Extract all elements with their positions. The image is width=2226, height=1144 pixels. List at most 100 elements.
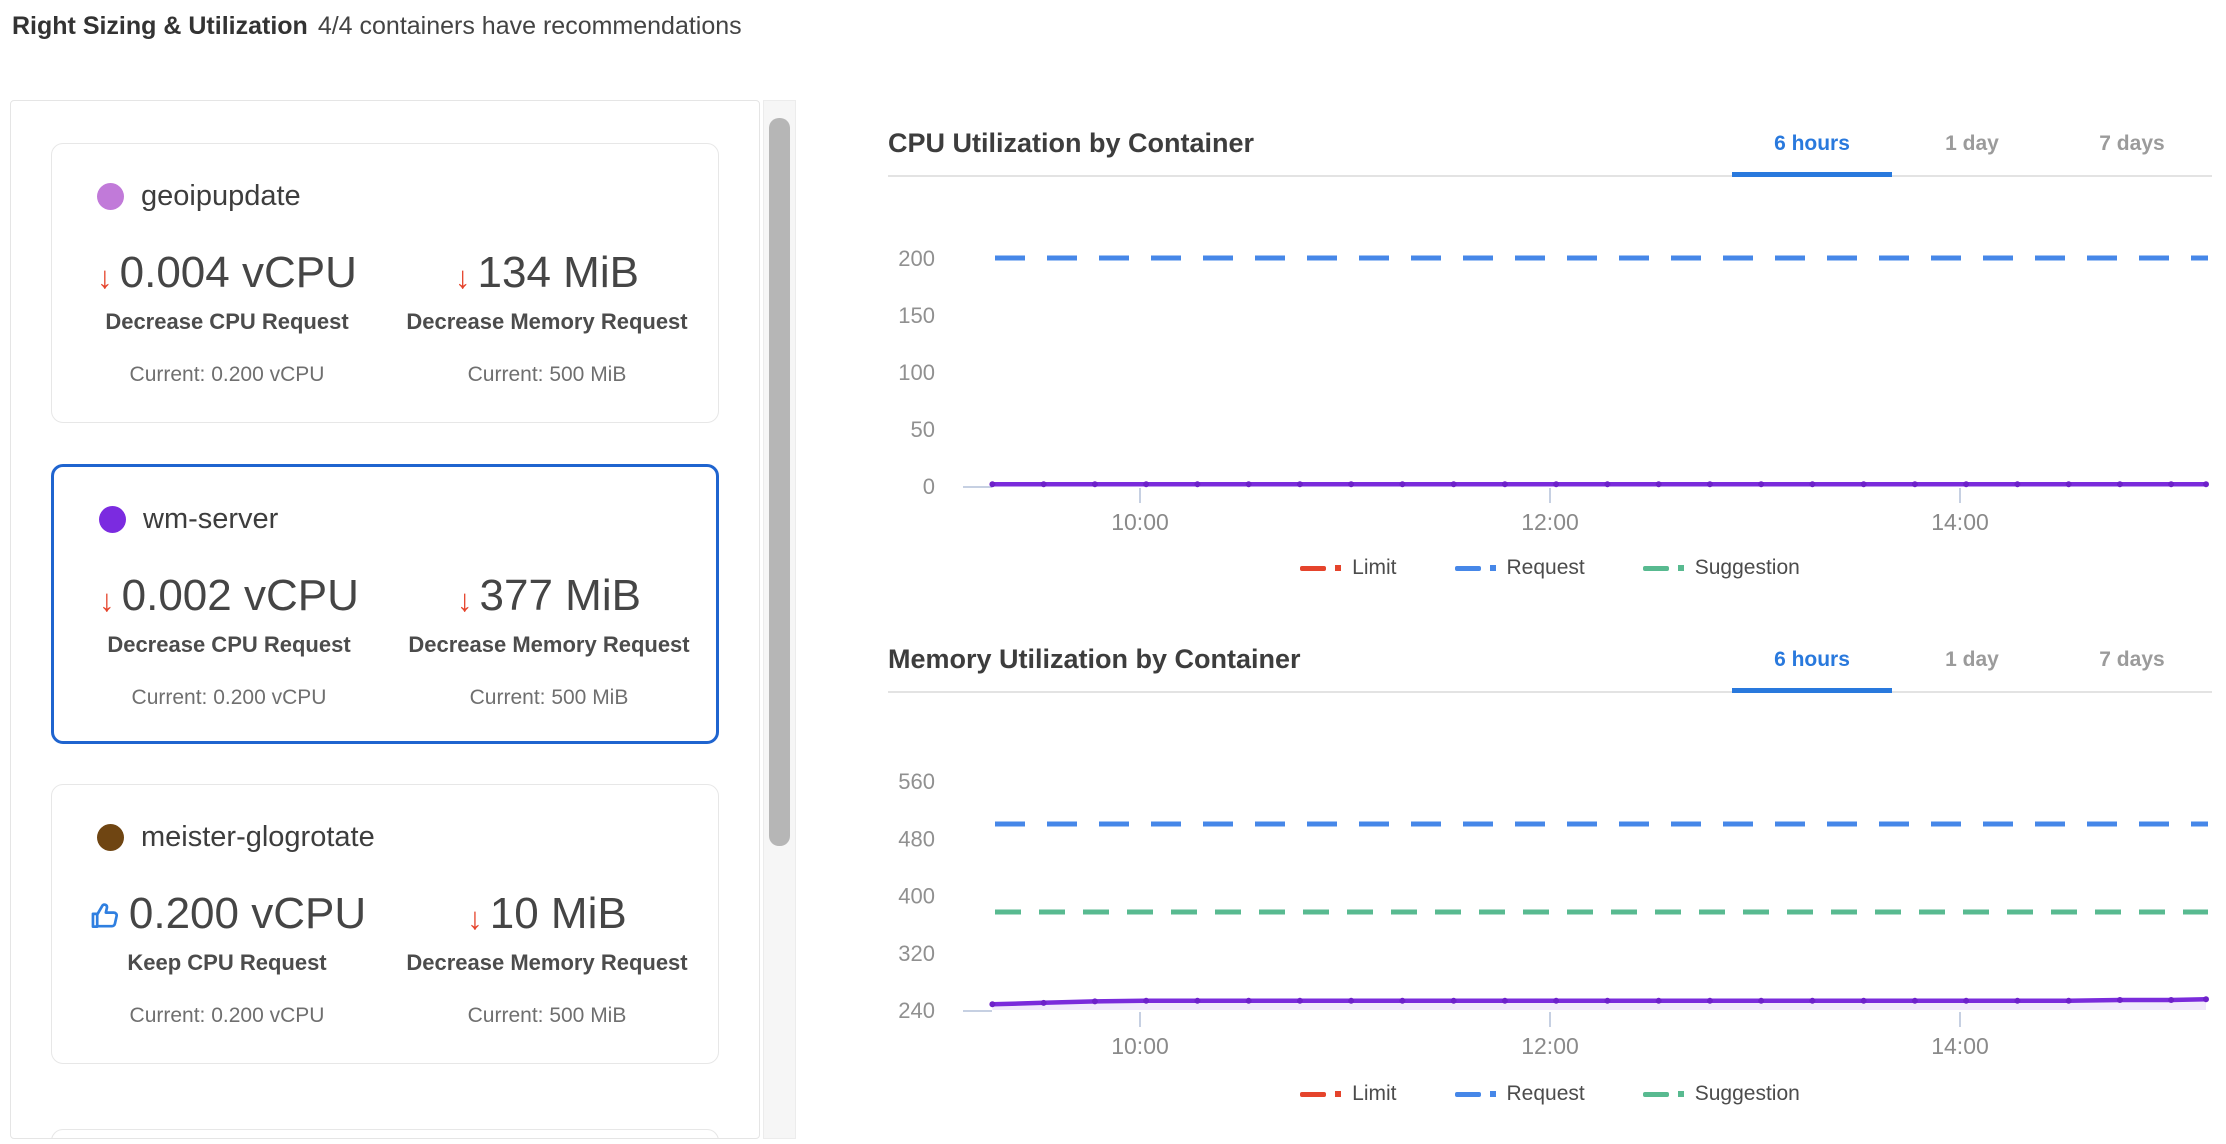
time-range-tabs: 6 hours 1 day 7 days [1732,628,2212,691]
decrease-arrow-icon: ↓ [97,262,113,293]
legend-item-suggestion[interactable]: Suggestion [1643,1082,1800,1106]
right-sizing-page: Right Sizing & Utilization 4/4 containers… [0,0,2226,1144]
tab-6-hours[interactable]: 6 hours [1732,628,1892,691]
cpu-current-value: Current: 0.200 vCPU [69,686,389,710]
svg-text:320: 320 [898,941,935,966]
request-dot-icon [1490,565,1496,571]
cpu-recommendation: ↓0.004 vCPU Decrease CPU Request Current… [67,251,387,387]
svg-text:100: 100 [898,360,935,385]
svg-text:12:00: 12:00 [1521,509,1579,530]
memory-recommended-value: ↓377 MiB [389,574,709,618]
recommendations-row: ↓0.002 vCPU Decrease CPU Request Current… [54,574,716,710]
memory-action-label: Decrease Memory Request [387,309,707,335]
svg-text:150: 150 [898,303,935,328]
tab-7-days[interactable]: 7 days [2052,112,2212,175]
memory-recommendation: ↓134 MiB Decrease Memory Request Current… [387,251,707,387]
legend-item-request[interactable]: Request [1455,1082,1585,1106]
memory-recommendation: ↓10 MiB Decrease Memory Request Current:… [387,892,707,1028]
container-card-partial[interactable] [51,1129,719,1139]
scrollbar[interactable] [763,100,796,1139]
container-color-dot [97,183,124,210]
container-name: geoipupdate [141,180,301,213]
decrease-arrow-icon: ↓ [457,585,473,616]
memory-current-value: Current: 500 MiB [387,363,707,387]
memory-utilization-chart[interactable]: 560 480 400 320 240 10:00 12:00 14:00 [888,744,2212,1056]
svg-text:12:00: 12:00 [1521,1033,1579,1056]
svg-text:400: 400 [898,884,935,909]
chart-legend: Limit Request Suggestion [888,556,2212,580]
suggestion-dot-icon [1678,565,1684,571]
cpu-recommendation: ↓0.002 vCPU Decrease CPU Request Current… [69,574,389,710]
memory-recommended-value: ↓134 MiB [387,251,707,295]
limit-dash-icon [1300,1092,1326,1097]
tab-1-day[interactable]: 1 day [1892,112,2052,175]
cpu-recommended-value: ↓0.004 vCPU [67,251,387,295]
card-header: meister-glogrotate [52,785,718,854]
tab-7-days[interactable]: 7 days [2052,628,2212,691]
cpu-recommended-value: 0.200 vCPU [67,892,387,936]
svg-text:14:00: 14:00 [1931,509,1989,530]
memory-current-value: Current: 500 MiB [389,686,709,710]
legend-item-request[interactable]: Request [1455,556,1585,580]
request-dash-icon [1455,1092,1481,1097]
chart-header: CPU Utilization by Container 6 hours 1 d… [888,112,2212,177]
svg-text:200: 200 [898,246,935,271]
memory-current-value: Current: 500 MiB [387,1004,707,1028]
thumbs-up-icon [88,899,122,933]
memory-recommended-value: ↓10 MiB [387,892,707,936]
cpu-utilization-chart[interactable]: 200 150 100 50 0 10:00 12:00 14:00 [888,228,2212,530]
limit-dot-icon [1335,565,1341,571]
page-header: Right Sizing & Utilization 4/4 containers… [12,12,742,41]
scrollbar-thumb[interactable] [769,118,790,846]
legend-item-limit[interactable]: Limit [1300,1082,1396,1106]
page-subtitle: 4/4 containers have recommendations [318,12,742,40]
container-list-panel: geoipupdate ↓0.004 vCPU Decrease CPU Req… [10,100,760,1139]
cpu-utilization-section: CPU Utilization by Container 6 hours 1 d… [888,112,2212,580]
container-name: meister-glogrotate [141,821,375,854]
svg-text:14:00: 14:00 [1931,1033,1989,1056]
tab-6-hours[interactable]: 6 hours [1732,112,1892,175]
svg-text:560: 560 [898,769,935,794]
suggestion-dash-icon [1643,1092,1669,1097]
limit-dash-icon [1300,566,1326,571]
suggestion-dash-icon [1643,566,1669,571]
memory-recommendation: ↓377 MiB Decrease Memory Request Current… [389,574,709,710]
cpu-action-label: Decrease CPU Request [67,309,387,335]
recommendations-row: ↓0.004 vCPU Decrease CPU Request Current… [52,251,718,387]
chart-legend: Limit Request Suggestion [888,1082,2212,1106]
decrease-arrow-icon: ↓ [455,262,471,293]
card-header: wm-server [54,467,716,536]
tab-1-day[interactable]: 1 day [1892,628,2052,691]
request-dash-icon [1455,566,1481,571]
container-color-dot [97,824,124,851]
container-card-wm-server[interactable]: wm-server ↓0.002 vCPU Decrease CPU Reque… [51,464,719,744]
container-card-meister-glogrotate[interactable]: meister-glogrotate 0.200 vCPU Keep CPU R… [51,784,719,1064]
cpu-chart-title: CPU Utilization by Container [888,128,1254,159]
legend-item-suggestion[interactable]: Suggestion [1643,556,1800,580]
cpu-recommended-value: ↓0.002 vCPU [69,574,389,618]
container-card-geoipupdate[interactable]: geoipupdate ↓0.004 vCPU Decrease CPU Req… [51,143,719,423]
svg-text:50: 50 [911,417,935,442]
legend-item-limit[interactable]: Limit [1300,556,1396,580]
charts-column: CPU Utilization by Container 6 hours 1 d… [888,112,2212,1106]
memory-action-label: Decrease Memory Request [389,632,709,658]
cpu-current-value: Current: 0.200 vCPU [67,1004,387,1028]
time-range-tabs: 6 hours 1 day 7 days [1732,112,2212,175]
svg-text:480: 480 [898,826,935,851]
svg-text:0: 0 [923,474,935,499]
svg-text:240: 240 [898,998,935,1023]
memory-utilization-section: Memory Utilization by Container 6 hours … [888,628,2212,1106]
cpu-action-label: Decrease CPU Request [69,632,389,658]
svg-text:10:00: 10:00 [1111,1033,1169,1056]
page-title: Right Sizing & Utilization [12,12,308,40]
card-header: geoipupdate [52,144,718,213]
memory-chart-title: Memory Utilization by Container [888,644,1301,675]
cpu-recommendation: 0.200 vCPU Keep CPU Request Current: 0.2… [67,892,387,1028]
suggestion-dot-icon [1678,1091,1684,1097]
limit-dot-icon [1335,1091,1341,1097]
cpu-current-value: Current: 0.200 vCPU [67,363,387,387]
cpu-action-label: Keep CPU Request [67,950,387,976]
chart-header: Memory Utilization by Container 6 hours … [888,628,2212,693]
memory-action-label: Decrease Memory Request [387,950,707,976]
svg-text:10:00: 10:00 [1111,509,1169,530]
